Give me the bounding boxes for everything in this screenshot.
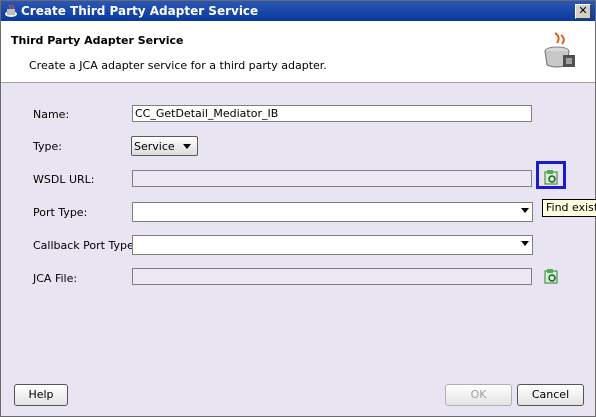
name-input[interactable]: CC_GetDetail_Mediator_IB bbox=[132, 105, 532, 122]
close-button[interactable]: ✕ bbox=[575, 4, 591, 19]
window-title: Create Third Party Adapter Service bbox=[21, 4, 259, 18]
port-type-select[interactable] bbox=[132, 202, 533, 222]
header-title: Third Party Adapter Service bbox=[11, 34, 184, 47]
callback-port-type-label: Callback Port Type: bbox=[33, 239, 138, 252]
chevron-down-icon bbox=[521, 208, 529, 213]
port-type-label: Port Type: bbox=[33, 206, 88, 219]
name-label: Name: bbox=[33, 108, 70, 121]
find-existing-wsdl-icon[interactable] bbox=[543, 169, 559, 185]
find-existing-tooltip: Find existing bbox=[542, 199, 596, 217]
adapter-service-icon bbox=[544, 32, 575, 68]
wsdl-url-input[interactable] bbox=[132, 170, 532, 187]
callback-port-type-select[interactable] bbox=[132, 235, 533, 255]
type-label: Type: bbox=[33, 140, 62, 153]
wsdl-url-label: WSDL URL: bbox=[33, 173, 95, 186]
coffee-cup-icon bbox=[5, 4, 17, 17]
type-select-value: Service bbox=[134, 140, 175, 153]
title-bar[interactable]: Create Third Party Adapter Service ✕ bbox=[1, 1, 595, 21]
type-select[interactable]: Service bbox=[131, 136, 198, 156]
chevron-down-icon bbox=[183, 144, 191, 149]
jca-file-input[interactable] bbox=[132, 268, 532, 285]
help-button[interactable]: Help bbox=[14, 384, 68, 406]
ok-button[interactable]: OK bbox=[445, 384, 512, 406]
jca-file-label: JCA File: bbox=[33, 272, 78, 285]
chevron-down-icon bbox=[521, 241, 529, 246]
header-description: Create a JCA adapter service for a third… bbox=[29, 59, 327, 72]
browse-jca-file-icon[interactable] bbox=[543, 268, 559, 284]
dialog-window: Create Third Party Adapter Service ✕ Thi… bbox=[0, 0, 596, 417]
header-panel: Third Party Adapter Service Create a JCA… bbox=[1, 21, 595, 83]
cancel-button[interactable]: Cancel bbox=[517, 384, 584, 406]
